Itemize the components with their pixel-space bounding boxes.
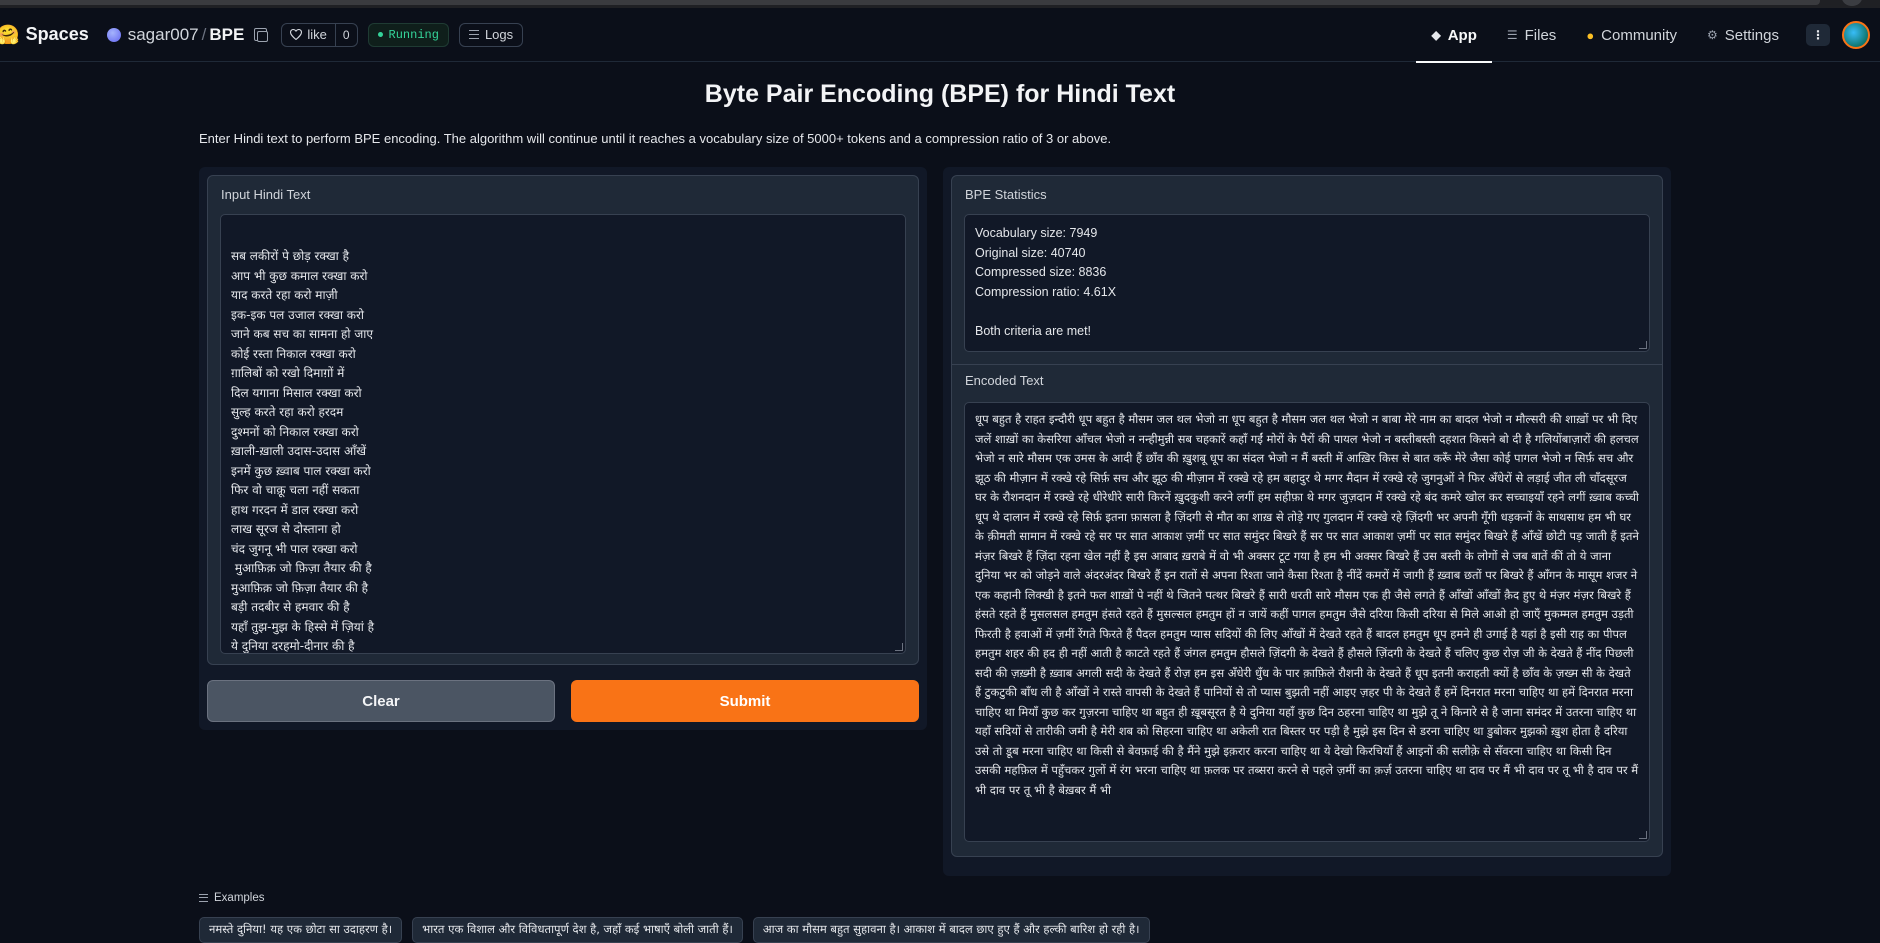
status-dot-icon [377, 32, 383, 37]
repo-owner-link[interactable]: sagar007 [128, 25, 199, 45]
stats-label: BPE Statistics [965, 187, 1047, 202]
clear-button[interactable]: Clear [207, 680, 555, 722]
stats-resize-handle-icon[interactable] [1639, 341, 1647, 349]
stat-original-size: Original size: 40740 [975, 245, 1086, 260]
resize-handle-icon[interactable] [895, 643, 903, 651]
stat-compressed-size: Compressed size: 8836 [975, 265, 1107, 279]
logs-icon [468, 30, 479, 39]
like-part: like [282, 27, 335, 42]
tab-settings[interactable]: ⚙ Settings [1692, 8, 1794, 62]
hf-header: 🤗 Spaces sagar007 / BPE like 0 Running L… [0, 8, 1880, 63]
files-icon: ☰ [1506, 28, 1518, 42]
example-item[interactable]: भारत एक विशाल और विविधतापूर्ण देश है, जह… [412, 917, 743, 943]
hugging-face-logo-icon[interactable]: 🤗 [0, 23, 20, 46]
stat-spacer [975, 302, 1639, 322]
tab-settings-label: Settings [1724, 26, 1779, 44]
gear-icon: ⚙ [1707, 28, 1718, 42]
like-label: like [307, 27, 327, 42]
hindi-text-input[interactable]: सब लकीरों पे छोड़ रक्खा है आप भी कुछ कमा… [220, 214, 906, 654]
hf-header-left: 🤗 Spaces sagar007 / BPE like 0 Running L… [0, 8, 524, 62]
page-description: Enter Hindi text to perform BPE encoding… [199, 131, 1112, 146]
input-text-content: सब लकीरों पे छोड़ रक्खा है आप भी कुछ कमा… [231, 249, 375, 653]
bpe-statistics-output[interactable]: Vocabulary size: 7949 Original size: 407… [964, 214, 1650, 352]
output-panel: BPE Statistics Vocabulary size: 7949 Ori… [943, 167, 1671, 876]
space-nav: ◆ App ☰ Files ● Community ⚙ Settings ⋮ [1416, 8, 1880, 63]
spaces-link[interactable]: Spaces [26, 24, 89, 45]
tab-community-label: Community [1601, 26, 1678, 44]
encoded-text-content: धूप बहुत है राहत इन्दौरी धूप बहुत है मौस… [975, 412, 1639, 797]
examples-header: Examples [199, 892, 265, 904]
example-item[interactable]: नमस्ते दुनिया! यह एक छोटा सा उदाहरण है। [199, 917, 403, 943]
tab-app-label: App [1447, 26, 1477, 44]
repo-separator: / [201, 24, 207, 44]
logs-label: Logs [484, 27, 514, 42]
more-options-button[interactable]: ⋮ [1806, 24, 1830, 46]
output-block: BPE Statistics Vocabulary size: 7949 Ori… [951, 175, 1663, 857]
stat-criteria-status: Both criteria are met! [975, 323, 1092, 338]
owner-avatar [106, 27, 121, 42]
examples-label: Examples [214, 892, 265, 904]
community-icon: ● [1586, 27, 1595, 43]
like-button[interactable]: like 0 [281, 22, 358, 47]
tab-app[interactable]: ◆ App [1416, 8, 1493, 63]
browser-profile-button[interactable] [1842, 0, 1862, 6]
browser-tab[interactable] [0, 0, 1820, 5]
user-avatar[interactable] [1842, 21, 1870, 49]
example-item[interactable]: आज का मौसम बहुत सुहावना है। आकाश में बाद… [752, 917, 1150, 943]
section-divider [952, 364, 1662, 365]
heart-icon [290, 29, 303, 40]
list-icon [199, 894, 208, 902]
logs-button[interactable]: Logs [458, 22, 524, 47]
input-panel: Input Hindi Text सब लकीरों पे छोड़ रक्खा… [199, 167, 927, 730]
status-badge[interactable]: Running [367, 22, 449, 47]
submit-button[interactable]: Submit [571, 680, 919, 722]
copy-icon[interactable] [254, 28, 269, 42]
tab-files[interactable]: ☰ Files [1492, 8, 1571, 62]
encoded-text-output[interactable]: धूप बहुत है राहत इन्दौरी धूप बहुत है मौस… [964, 402, 1650, 842]
cube-icon: ◆ [1431, 28, 1441, 42]
tab-files-label: Files [1524, 26, 1557, 44]
stat-compression-ratio: Compression ratio: 4.61X [975, 284, 1117, 299]
examples-list: नमस्ते दुनिया! यह एक छोटा सा उदाहरण है। … [199, 917, 1150, 943]
like-count: 0 [334, 23, 357, 46]
stat-vocabulary-size: Vocabulary size: 7949 [975, 226, 1098, 240]
input-label: Input Hindi Text [221, 187, 311, 202]
status-text: Running [388, 27, 439, 42]
page-title: Byte Pair Encoding (BPE) for Hindi Text [704, 80, 1176, 108]
encoded-resize-handle-icon[interactable] [1639, 831, 1647, 839]
tab-community[interactable]: ● Community [1571, 8, 1692, 62]
repo-name-link[interactable]: BPE [209, 25, 244, 45]
input-block: Input Hindi Text सब लकीरों पे छोड़ रक्खा… [207, 175, 919, 665]
encoded-label: Encoded Text [965, 373, 1044, 388]
